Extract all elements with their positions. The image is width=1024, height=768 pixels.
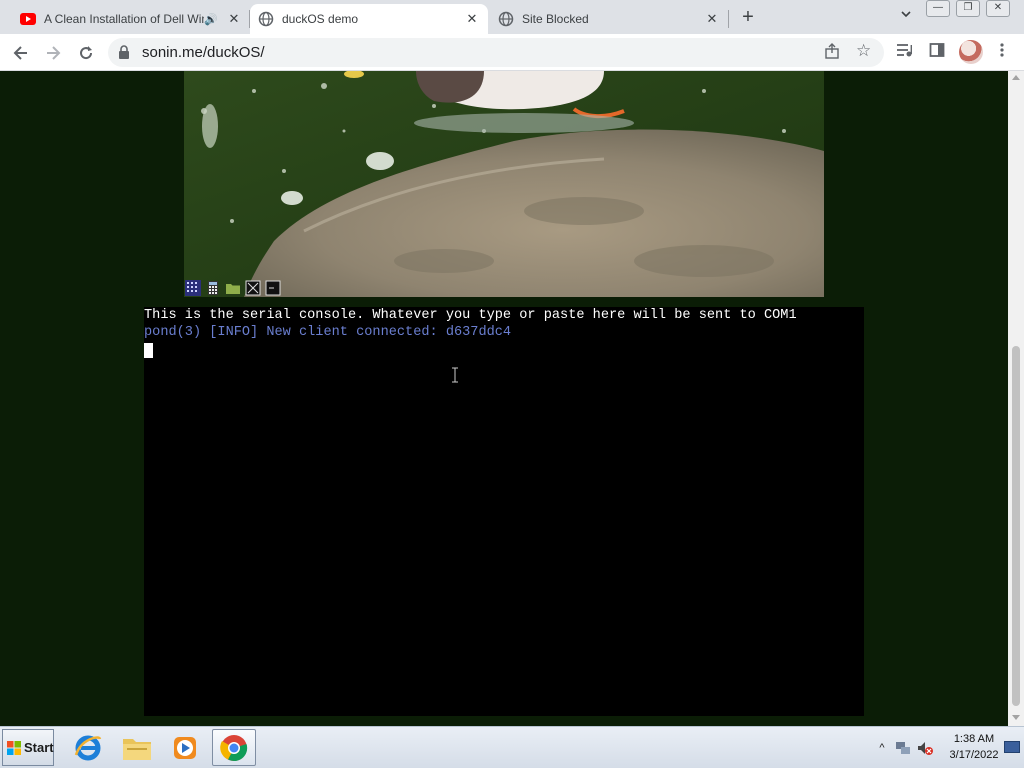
- console-intro-text: This is the serial console. Whatever you…: [144, 308, 797, 323]
- restore-button[interactable]: ❐: [956, 0, 980, 17]
- new-tab-button[interactable]: +: [736, 6, 760, 30]
- duckos-taskbar: [184, 279, 284, 297]
- tab-title: A Clean Installation of Dell Win: [44, 12, 205, 26]
- window-controls: — ❐ ✕: [926, 0, 1016, 17]
- back-button[interactable]: [8, 40, 34, 66]
- minimize-button[interactable]: —: [926, 0, 950, 17]
- browser-toolbar: sonin.me/duckOS/ ☆: [0, 34, 1024, 71]
- file-explorer-icon[interactable]: [115, 729, 159, 766]
- page-scrollbar[interactable]: [1008, 71, 1024, 726]
- close-window-button[interactable]: ✕: [986, 0, 1010, 17]
- chrome-icon[interactable]: [212, 729, 256, 766]
- media-control-icon[interactable]: [895, 42, 915, 62]
- reload-button[interactable]: [73, 40, 99, 66]
- terminal-icon[interactable]: [264, 279, 282, 297]
- show-desktop-button[interactable]: [1004, 741, 1020, 753]
- youtube-icon: [20, 11, 36, 27]
- text-cursor-icon: [451, 367, 459, 383]
- forward-button[interactable]: [40, 40, 66, 66]
- start-button[interactable]: Start: [2, 729, 54, 766]
- profile-avatar[interactable]: [959, 40, 983, 64]
- tab-close-icon[interactable]: ✕: [464, 11, 480, 27]
- windows-flag-icon: [6, 740, 22, 756]
- clock-time: 1:38 AM: [953, 733, 995, 745]
- internet-explorer-icon[interactable]: [66, 729, 110, 766]
- tab-title: duckOS demo: [282, 12, 359, 26]
- url-text[interactable]: sonin.me/duckOS/: [142, 44, 265, 61]
- speaker-icon[interactable]: 🔊: [204, 13, 218, 26]
- volume-muted-icon[interactable]: [916, 739, 934, 757]
- tab-duckos[interactable]: duckOS demo ✕: [250, 4, 488, 34]
- scroll-down-icon[interactable]: [1012, 715, 1020, 720]
- media-player-icon[interactable]: [163, 729, 207, 766]
- duckos-desktop-screen[interactable]: [184, 71, 824, 297]
- tab-youtube[interactable]: A Clean Installation of Dell Win 🔊 ✕: [12, 4, 250, 34]
- bookmark-star-icon[interactable]: ☆: [856, 41, 874, 60]
- tab-title: Site Blocked: [522, 12, 589, 26]
- network-icon[interactable]: [894, 739, 912, 757]
- address-bar[interactable]: sonin.me/duckOS/ ☆: [108, 38, 884, 67]
- app-grid-icon[interactable]: [184, 279, 202, 297]
- tab-close-icon[interactable]: ✕: [226, 11, 242, 27]
- clock-date: 3/17/2022: [949, 749, 999, 761]
- folder-icon[interactable]: [224, 279, 242, 297]
- serial-console[interactable]: This is the serial console. Whatever you…: [144, 307, 864, 716]
- windows-taskbar: Start ^ 1:38 AM 3/17/2022: [0, 726, 1024, 768]
- share-icon[interactable]: [824, 43, 842, 61]
- lock-icon[interactable]: [118, 45, 132, 59]
- tab-close-icon[interactable]: ✕: [704, 11, 720, 27]
- scroll-up-icon[interactable]: [1012, 75, 1020, 80]
- menu-kebab-icon[interactable]: [992, 42, 1012, 62]
- calculator-icon[interactable]: [204, 279, 222, 297]
- globe-icon: [498, 11, 514, 27]
- scrollbar-thumb[interactable]: [1012, 346, 1020, 706]
- window-icon[interactable]: [244, 279, 262, 297]
- console-cursor: [144, 343, 153, 358]
- console-log-line: pond(3) [INFO] New client connected: d63…: [144, 325, 512, 340]
- show-hidden-icons-icon[interactable]: ^: [874, 742, 890, 754]
- globe-icon: [258, 11, 274, 27]
- side-panel-icon[interactable]: [927, 42, 947, 62]
- system-clock[interactable]: 1:38 AM 3/17/2022: [944, 731, 1004, 763]
- tab-site-blocked[interactable]: Site Blocked ✕: [490, 4, 728, 34]
- page-content: This is the serial console. Whatever you…: [0, 71, 1008, 726]
- tab-strip: A Clean Installation of Dell Win 🔊 ✕ duc…: [0, 0, 1024, 34]
- start-label: Start: [24, 740, 54, 755]
- tab-search-icon[interactable]: [896, 8, 916, 28]
